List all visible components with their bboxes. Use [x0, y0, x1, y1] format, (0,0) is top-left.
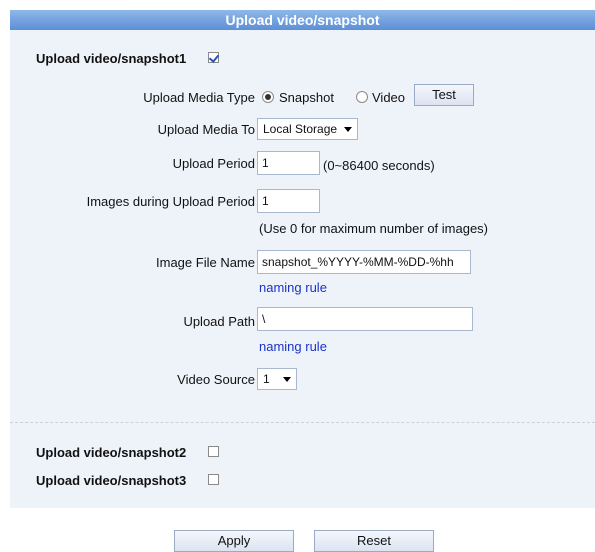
- images-label: Images during Upload Period: [86, 194, 255, 209]
- video-radio[interactable]: [356, 91, 368, 103]
- chevron-down-icon: [344, 127, 352, 132]
- media-to-value: Local Storage: [263, 122, 338, 136]
- section-divider: [10, 422, 595, 423]
- snapshot-radio[interactable]: [262, 91, 274, 103]
- media-to-select[interactable]: Local Storage: [257, 118, 358, 140]
- path-input[interactable]: \: [257, 307, 473, 331]
- period-input[interactable]: 1: [257, 151, 320, 175]
- section-title: Upload video/snapshot: [10, 10, 595, 30]
- snapshot1-checkbox[interactable]: [208, 52, 219, 63]
- upload-settings-panel: Upload video/snapshot1 Upload Media Type…: [10, 30, 595, 508]
- file-name-naming-rule-link[interactable]: naming rule: [259, 280, 327, 295]
- test-button[interactable]: Test: [414, 84, 474, 106]
- video-source-label: Video Source: [177, 372, 255, 387]
- path-label: Upload Path: [183, 314, 255, 329]
- reset-button[interactable]: Reset: [314, 530, 434, 552]
- snapshot2-checkbox[interactable]: [208, 446, 219, 457]
- period-label: Upload Period: [172, 156, 255, 171]
- snapshot2-label: Upload video/snapshot2: [36, 445, 187, 460]
- video-source-value: 1: [263, 372, 270, 386]
- images-input[interactable]: 1: [257, 189, 320, 213]
- snapshot3-label: Upload video/snapshot3: [36, 473, 187, 488]
- chevron-down-icon: [283, 377, 291, 382]
- media-to-label: Upload Media To: [157, 122, 255, 137]
- period-hint: (0~86400 seconds): [323, 158, 435, 173]
- file-name-label: Image File Name: [156, 255, 255, 270]
- snapshot3-checkbox[interactable]: [208, 474, 219, 485]
- video-source-select[interactable]: 1: [257, 368, 297, 390]
- video-radio-label: Video: [372, 90, 406, 105]
- path-naming-rule-link[interactable]: naming rule: [259, 339, 327, 354]
- images-hint: (Use 0 for maximum number of images): [259, 221, 489, 236]
- file-name-input[interactable]: snapshot_%YYYY-%MM-%DD-%hh: [257, 250, 471, 274]
- snapshot-radio-label: Snapshot: [279, 90, 334, 105]
- snapshot1-label: Upload video/snapshot1: [36, 51, 187, 66]
- media-type-label: Upload Media Type: [143, 90, 255, 105]
- apply-button[interactable]: Apply: [174, 530, 294, 552]
